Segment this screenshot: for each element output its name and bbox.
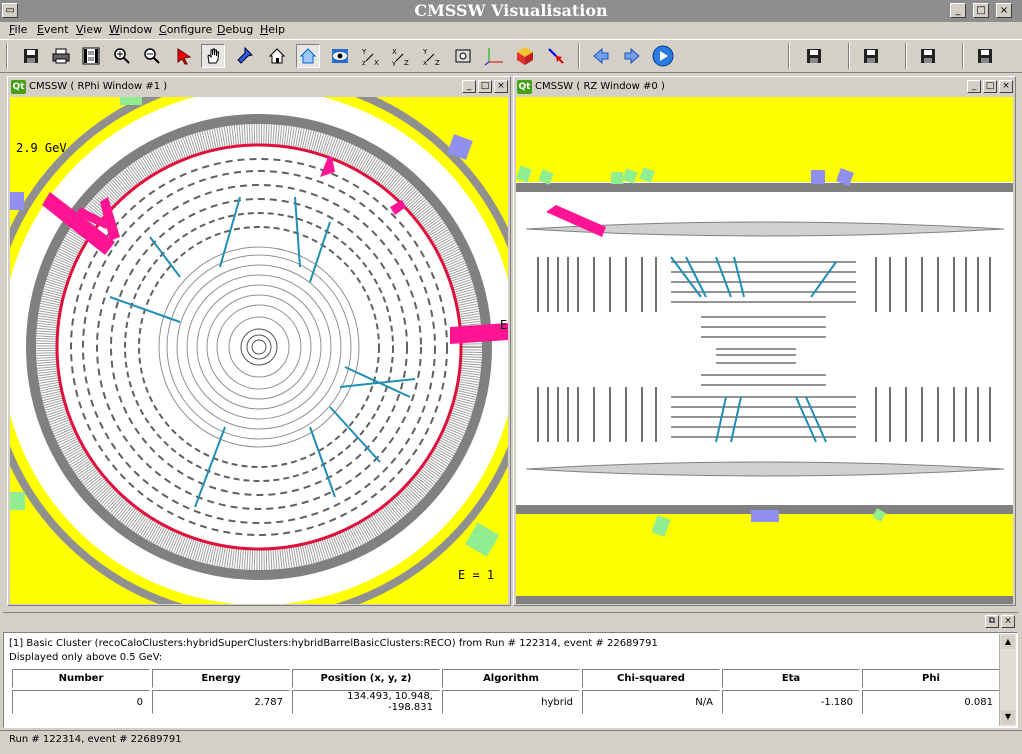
rphi-titlebar: Qt CMSSW ( RPhi Window #1 ) _ □ × [10, 79, 508, 95]
info-panel: [1] Basic Cluster (recoCaloClusters:hybr… [3, 632, 1018, 728]
menu-event[interactable]: Event [37, 23, 69, 36]
snapshot-icon[interactable] [451, 44, 475, 68]
close-button[interactable]: × [1001, 615, 1015, 628]
xy-axes-icon[interactable]: YXz [359, 44, 383, 68]
svg-text:Y: Y [361, 48, 367, 56]
column-header[interactable]: Phi [862, 669, 1000, 688]
edge-label: E [500, 318, 507, 332]
status-bar: Run # 122314, event # 22689791 [0, 730, 1022, 754]
title-bar: ▭ CMSSW Visualisation _ □ × [0, 0, 1022, 22]
menu-bar: File Event View Window Configure Debug H… [0, 22, 1022, 39]
svg-text:y: y [392, 59, 396, 66]
svg-text:Z: Z [404, 59, 409, 66]
svg-text:X: X [392, 48, 397, 56]
print-icon[interactable] [49, 44, 73, 68]
info-header: [1] Basic Cluster (recoCaloClusters:hybr… [9, 638, 658, 649]
svg-text:X: X [374, 59, 379, 66]
rz-canvas [516, 97, 1013, 604]
float-button[interactable]: ⧉ [985, 615, 999, 628]
energy-label: E = 1 [458, 568, 494, 582]
column-header[interactable]: Position (x, y, z) [292, 669, 440, 688]
save-icon[interactable] [19, 44, 43, 68]
table-cell[interactable]: 2.787 [152, 690, 290, 714]
eye-icon[interactable] [328, 44, 352, 68]
save-icon[interactable] [973, 44, 997, 68]
column-header[interactable]: Eta [722, 669, 860, 688]
info-subheader: Displayed only above 0.5 GeV: [9, 652, 163, 663]
rphi-window: Qt CMSSW ( RPhi Window #1 ) _ □ × 2.9 Ge… [7, 76, 511, 606]
table-header-row: Number Energy Position (x, y, z) Algorit… [12, 669, 1000, 688]
close-button[interactable]: × [996, 3, 1012, 18]
film-icon[interactable] [79, 44, 103, 68]
yz-axes-icon[interactable]: XZy [389, 44, 413, 68]
maximize-button[interactable]: □ [478, 80, 492, 93]
cube-icon[interactable] [513, 44, 537, 68]
rz-titlebar: Qt CMSSW ( RZ Window #0 ) _ □ × [516, 79, 1013, 95]
rphi-canvas: 2.9 GeV E = 1 E [10, 97, 508, 604]
rz-view[interactable] [516, 97, 1013, 604]
set-home-icon[interactable] [296, 44, 320, 68]
zoom-in-icon[interactable] [110, 44, 134, 68]
scroll-up-icon[interactable]: ▲ [1001, 635, 1015, 649]
save-icon[interactable] [802, 44, 826, 68]
save-icon[interactable] [859, 44, 883, 68]
table-cell[interactable]: hybrid [442, 690, 580, 714]
minimize-button[interactable]: _ [950, 3, 966, 18]
axes-icon[interactable] [482, 44, 506, 68]
pick-arrow-icon[interactable] [172, 44, 196, 68]
status-text: Run # 122314, event # 22689791 [9, 734, 182, 745]
svg-text:Z: Z [435, 59, 440, 66]
column-header[interactable]: Chi-squared [582, 669, 720, 688]
minimize-button[interactable]: _ [967, 80, 981, 93]
table-cell[interactable]: 0 [12, 690, 150, 714]
window-title: CMSSW Visualisation [414, 1, 608, 20]
menu-help[interactable]: Help [260, 23, 285, 36]
table-cell[interactable]: -1.180 [722, 690, 860, 714]
home-icon[interactable] [265, 44, 289, 68]
back-arrow-icon[interactable] [589, 44, 613, 68]
menu-view[interactable]: View [76, 23, 102, 36]
vertical-scrollbar[interactable]: ▲ ▼ [999, 634, 1016, 726]
scroll-down-icon[interactable]: ▼ [1001, 710, 1015, 724]
rphi-title: CMSSW ( RPhi Window #1 ) [29, 81, 168, 92]
close-button[interactable]: × [999, 80, 1013, 93]
maximize-button[interactable]: □ [973, 3, 989, 18]
flashlight-icon[interactable] [233, 44, 257, 68]
column-header[interactable]: Algorithm [442, 669, 580, 688]
menu-debug[interactable]: Debug [217, 23, 253, 36]
table-cell[interactable]: N/A [582, 690, 720, 714]
pointer-icon[interactable] [544, 44, 568, 68]
column-header[interactable]: Energy [152, 669, 290, 688]
results-table: Number Energy Position (x, y, z) Algorit… [10, 667, 1002, 716]
svg-text:x: x [423, 59, 427, 66]
save-icon[interactable] [916, 44, 940, 68]
menu-window[interactable]: Window [109, 23, 152, 36]
rphi-view[interactable]: 2.9 GeV E = 1 E [10, 97, 508, 604]
menu-file[interactable]: File [9, 23, 27, 36]
minimize-button[interactable]: _ [462, 80, 476, 93]
toolbar: YXz XZy YZx » » » » [0, 39, 1022, 102]
maximize-button[interactable]: □ [983, 80, 997, 93]
column-header[interactable]: Number [12, 669, 150, 688]
close-button[interactable]: × [494, 80, 508, 93]
menu-configure[interactable]: Configure [159, 23, 212, 36]
table-cell[interactable]: 0.081 [862, 690, 1000, 714]
svg-text:z: z [362, 59, 366, 66]
forward-arrow-icon[interactable] [620, 44, 644, 68]
hand-icon[interactable] [201, 44, 225, 68]
qt-icon: Qt [517, 80, 532, 94]
rz-title: CMSSW ( RZ Window #0 ) [535, 81, 665, 92]
xz-axes-icon[interactable]: YZx [420, 44, 444, 68]
table-cell[interactable]: 134.493, 10.948, -198.831 [292, 690, 440, 714]
table-row: 0 2.787 134.493, 10.948, -198.831 hybrid… [12, 690, 1000, 714]
zoom-out-icon[interactable] [140, 44, 164, 68]
svg-text:Y: Y [422, 48, 428, 56]
play-icon[interactable] [651, 44, 675, 68]
rz-window: Qt CMSSW ( RZ Window #0 ) _ □ × [513, 76, 1016, 606]
qt-icon: Qt [11, 80, 26, 94]
info-dock-bar: ⧉ × [3, 612, 1018, 631]
energy-scale-label: 2.9 GeV [16, 141, 67, 155]
